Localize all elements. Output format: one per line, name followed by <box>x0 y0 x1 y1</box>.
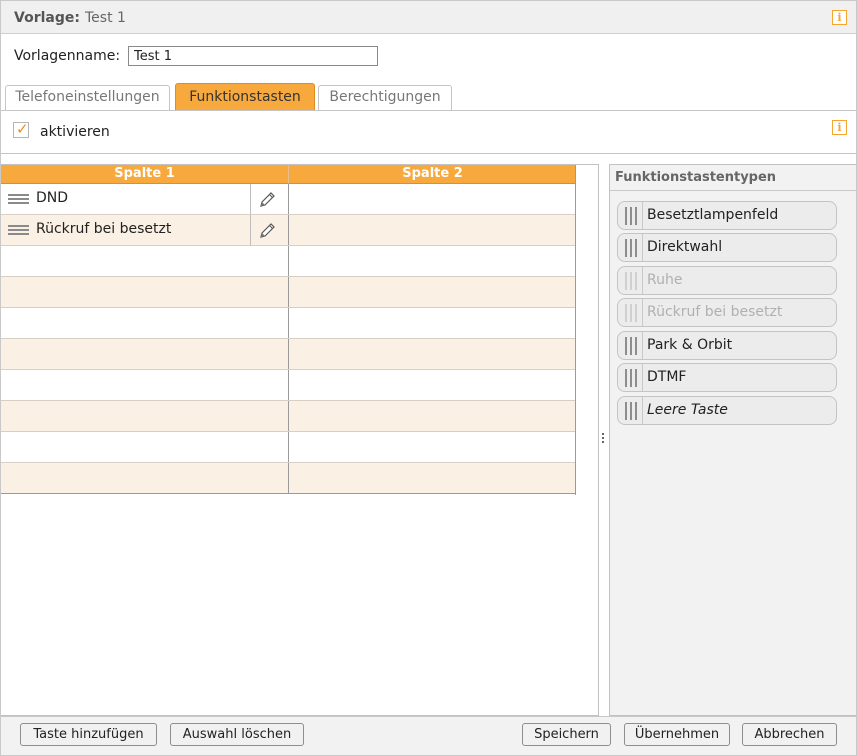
save-button[interactable]: Speichern <box>522 723 611 746</box>
key-type-rueckruf-bei-besetzt: Rückruf bei besetzt <box>617 298 837 327</box>
column-divider <box>288 308 289 338</box>
tabs-divider <box>1 110 856 111</box>
grip-separator <box>642 202 643 229</box>
column-divider <box>288 370 289 400</box>
column-divider <box>288 463 289 493</box>
column-divider <box>288 432 289 462</box>
grid-row[interactable] <box>1 277 576 308</box>
grid-row[interactable] <box>1 401 576 432</box>
key-type-direktwahl[interactable]: Direktwahl <box>617 233 837 262</box>
column-divider <box>288 215 289 245</box>
drag-grip-icon <box>625 337 639 355</box>
column-header-1: Spalte 1 <box>1 165 289 184</box>
key-type-label: Ruhe <box>647 272 683 288</box>
column-divider <box>288 401 289 431</box>
tab-telefoneinstellungen[interactable]: Telefoneinstellungen <box>5 85 170 110</box>
grip-separator <box>642 397 643 424</box>
pencil-icon[interactable] <box>257 221 277 241</box>
column-divider <box>288 184 289 214</box>
drag-grip-icon <box>625 239 639 257</box>
key-type-dtmf[interactable]: DTMF <box>617 363 837 392</box>
key-type-leere-taste[interactable]: Leere Taste <box>617 396 837 425</box>
key-type-label: Rückruf bei besetzt <box>647 304 783 320</box>
grip-separator <box>642 364 643 391</box>
cell-divider <box>250 184 251 214</box>
function-key-types-title: Funktionstastentypen <box>610 165 856 191</box>
info-icon[interactable]: i <box>832 10 847 25</box>
key-type-label: Park & Orbit <box>647 337 733 353</box>
activate-checkbox[interactable]: ✓ <box>13 120 29 138</box>
column-divider <box>288 339 289 369</box>
grid-row[interactable] <box>1 463 576 494</box>
grid-row[interactable]: DND <box>1 184 576 215</box>
info-icon[interactable]: i <box>832 120 847 135</box>
grid-row[interactable] <box>1 339 576 370</box>
drag-grip-icon <box>625 207 639 225</box>
key-type-besetztlampenfeld[interactable]: Besetztlampenfeld <box>617 201 837 230</box>
grid-row[interactable] <box>1 246 576 277</box>
checkmark-icon: ✓ <box>16 120 29 138</box>
key-type-park-orbit[interactable]: Park & Orbit <box>617 331 837 360</box>
add-key-button[interactable]: Taste hinzufügen <box>20 723 157 746</box>
key-type-label: Leere Taste <box>647 402 728 418</box>
cancel-button[interactable]: Abbrechen <box>742 723 837 746</box>
row-key-label: Rückruf bei besetzt <box>36 221 172 237</box>
column-divider <box>288 277 289 307</box>
function-key-types-panel: Funktionstastentypen Besetztlampenfeld D… <box>609 164 856 716</box>
grip-separator <box>642 299 643 326</box>
apply-button[interactable]: Übernehmen <box>624 723 730 746</box>
tab-berechtigungen[interactable]: Berechtigungen <box>318 85 452 110</box>
section-divider <box>1 153 856 154</box>
grid-row[interactable]: Rückruf bei besetzt <box>1 215 576 246</box>
grid-row[interactable] <box>1 308 576 339</box>
drag-grip-icon <box>625 402 639 420</box>
grid-row[interactable] <box>1 432 576 463</box>
drag-handle-icon[interactable] <box>8 194 29 205</box>
drag-grip-icon <box>625 369 639 387</box>
key-grid-panel: Spalte 1 Spalte 2 DND Rückruf bei besetz… <box>1 164 599 716</box>
drag-grip-icon <box>625 272 639 290</box>
column-header-2: Spalte 2 <box>289 165 576 184</box>
title-bar: Vorlage: Test 1 <box>1 1 856 34</box>
panel-splitter-handle[interactable] <box>602 433 605 447</box>
key-type-label: Direktwahl <box>647 239 723 255</box>
pencil-icon[interactable] <box>257 190 277 210</box>
key-type-ruhe: Ruhe <box>617 266 837 295</box>
grip-separator <box>642 332 643 359</box>
grip-separator <box>642 267 643 294</box>
grip-separator <box>642 234 643 261</box>
drag-grip-icon <box>625 304 639 322</box>
key-type-label: Besetztlampenfeld <box>647 207 779 223</box>
grid-row[interactable] <box>1 370 576 401</box>
column-divider <box>288 246 289 276</box>
clear-selection-button[interactable]: Auswahl löschen <box>170 723 304 746</box>
grid-right-border <box>575 165 576 495</box>
title-label: Vorlage: <box>14 10 80 26</box>
template-name-label: Vorlagenname: <box>14 48 121 64</box>
drag-handle-icon[interactable] <box>8 225 29 236</box>
key-type-label: DTMF <box>647 369 687 385</box>
cell-divider <box>250 215 251 245</box>
row-key-label: DND <box>36 190 69 206</box>
tab-funktionstasten[interactable]: Funktionstasten <box>175 83 315 110</box>
template-name-input[interactable] <box>128 46 378 66</box>
title-value: Test 1 <box>85 10 126 26</box>
activate-label: aktivieren <box>40 124 110 140</box>
